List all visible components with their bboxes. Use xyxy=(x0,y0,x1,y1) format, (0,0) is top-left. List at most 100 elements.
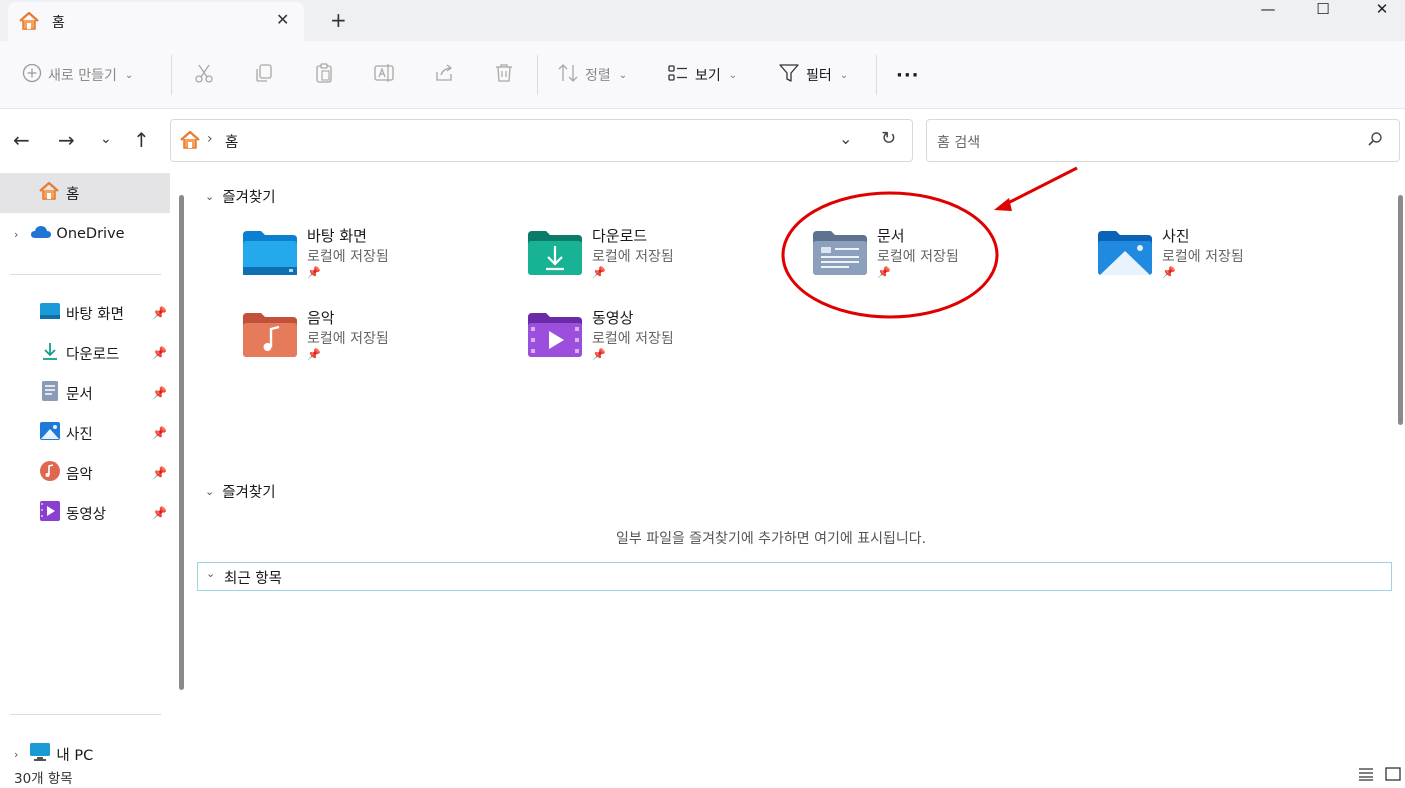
filter-button[interactable]: 필터 ⌄ xyxy=(778,63,848,87)
tab-home[interactable]: 홈 ✕ xyxy=(8,2,304,41)
favorites-section-header-2[interactable]: ⌄ 즐겨찾기 xyxy=(205,481,276,502)
pin-icon[interactable]: 📌 xyxy=(152,466,167,480)
pictures-folder-icon xyxy=(1098,229,1152,275)
copy-button[interactable] xyxy=(253,63,275,87)
search-input[interactable]: 홈 검색 xyxy=(937,132,980,152)
plus-circle-icon xyxy=(22,63,42,87)
breadcrumb-separator: › xyxy=(207,131,213,147)
pictures-icon xyxy=(40,422,60,444)
collapse-chevron-icon[interactable]: ⌄ xyxy=(206,567,215,580)
new-button[interactable]: 새로 만들기 ⌄ xyxy=(22,63,133,87)
sidebar-item-label: 사진 xyxy=(66,426,93,443)
tile-name: 바탕 화면 xyxy=(307,227,367,245)
sidebar-item-documents[interactable]: 문서 📌 xyxy=(0,373,170,413)
tile-pictures[interactable]: 사진 로컬에 저장됨 📌 xyxy=(1098,225,1378,289)
annotation-arrow xyxy=(999,166,1078,209)
tile-videos[interactable]: 동영상 로컬에 저장됨 📌 xyxy=(528,307,808,371)
tile-name: 동영상 xyxy=(592,309,634,327)
pin-icon[interactable]: 📌 xyxy=(152,506,167,520)
trash-icon xyxy=(493,62,515,88)
copy-icon xyxy=(253,62,275,88)
tile-name: 사진 xyxy=(1162,227,1190,245)
status-bar: 30개 항목 xyxy=(0,763,1405,788)
forward-arrow-icon[interactable]: → xyxy=(58,128,75,152)
recent-section-header[interactable]: ⌄ 최근 항목 xyxy=(197,562,1392,591)
computer-icon xyxy=(30,743,51,765)
navigation-pane: 홈 › OneDrive 바탕 화면 📌 다운로드 📌 문서 📌 사진 📌 음악… xyxy=(0,173,175,765)
delete-button[interactable] xyxy=(493,63,515,87)
refresh-icon[interactable]: ↻ xyxy=(881,128,896,149)
search-box[interactable]: 홈 검색 xyxy=(926,119,1400,162)
address-dropdown-chevron-icon[interactable]: ⌄ xyxy=(839,129,852,148)
sidebar-item-label: 홈 xyxy=(66,186,80,203)
item-count: 30개 항목 xyxy=(14,771,73,787)
tile-name: 다운로드 xyxy=(592,227,648,245)
clipboard-icon xyxy=(313,62,335,88)
sidebar-scrollbar[interactable] xyxy=(179,195,184,690)
sidebar-item-label: OneDrive xyxy=(56,226,125,242)
details-view-icon[interactable] xyxy=(1358,767,1374,785)
search-icon[interactable] xyxy=(1367,131,1383,151)
sidebar-item-label: 동영상 xyxy=(66,506,107,523)
breadcrumb-home[interactable]: 홈 xyxy=(225,131,238,152)
content-scrollbar[interactable] xyxy=(1398,195,1403,425)
sort-label: 정렬 xyxy=(585,68,611,84)
tab-close-button[interactable]: ✕ xyxy=(276,10,289,29)
share-button[interactable] xyxy=(433,63,455,87)
paste-button[interactable] xyxy=(313,63,335,87)
section-title: 즐겨찾기 xyxy=(222,190,276,206)
annotation-ellipse xyxy=(781,191,999,319)
address-bar[interactable]: › 홈 ⌄ ↻ xyxy=(170,119,913,162)
view-button[interactable]: 보기 ⌄ xyxy=(667,63,737,87)
command-bar: 새로 만들기 ⌄ 정렬 ⌄ 보기 ⌄ 필터 ⌄ ··· xyxy=(0,41,1405,109)
pin-icon[interactable]: 📌 xyxy=(152,346,167,360)
chevron-down-icon: ⌄ xyxy=(618,69,628,81)
divider xyxy=(537,55,538,95)
new-tab-button[interactable]: + xyxy=(330,8,347,32)
collapse-chevron-icon[interactable]: ⌄ xyxy=(205,190,214,203)
sidebar-item-onedrive[interactable]: › OneDrive xyxy=(0,214,170,254)
videos-folder-icon xyxy=(528,311,582,357)
up-arrow-icon[interactable]: ↑ xyxy=(133,128,150,152)
minimize-button[interactable]: — xyxy=(1245,0,1291,22)
divider xyxy=(10,274,161,275)
cloud-icon xyxy=(30,225,52,243)
pin-icon: 📌 xyxy=(1162,266,1176,279)
scissors-icon xyxy=(193,62,215,88)
tile-desktop[interactable]: 바탕 화면 로컬에 저장됨 📌 xyxy=(243,225,523,289)
pin-icon[interactable]: 📌 xyxy=(152,306,167,320)
recent-locations-chevron-icon[interactable]: ⌄ xyxy=(100,131,112,147)
collapse-chevron-icon[interactable]: ⌄ xyxy=(205,485,214,498)
close-window-button[interactable]: ✕ xyxy=(1359,0,1405,22)
tile-music[interactable]: 음악 로컬에 저장됨 📌 xyxy=(243,307,523,371)
annotation-arrowhead xyxy=(994,198,1012,211)
rename-button[interactable] xyxy=(373,63,395,87)
cut-button[interactable] xyxy=(193,63,215,87)
large-icons-view-icon[interactable] xyxy=(1385,767,1401,785)
sidebar-item-pictures[interactable]: 사진 📌 xyxy=(0,413,170,453)
sidebar-item-downloads[interactable]: 다운로드 📌 xyxy=(0,333,170,373)
filter-icon xyxy=(778,63,800,87)
more-options-button[interactable]: ··· xyxy=(896,63,920,87)
desktop-icon xyxy=(40,303,60,323)
pin-icon: 📌 xyxy=(592,348,606,361)
music-folder-icon xyxy=(243,311,297,357)
pin-icon[interactable]: 📌 xyxy=(152,426,167,440)
expand-chevron-icon[interactable]: › xyxy=(14,228,18,241)
pin-icon[interactable]: 📌 xyxy=(152,386,167,400)
tile-status: 로컬에 저장됨 xyxy=(307,249,389,265)
maximize-button[interactable]: ☐ xyxy=(1300,0,1346,22)
sidebar-item-label: 문서 xyxy=(66,386,93,403)
sidebar-item-videos[interactable]: 동영상 📌 xyxy=(0,493,170,533)
sidebar-item-desktop[interactable]: 바탕 화면 📌 xyxy=(0,293,170,333)
document-icon xyxy=(42,381,58,405)
sidebar-item-home[interactable]: 홈 xyxy=(0,173,170,213)
sort-button[interactable]: 정렬 ⌄ xyxy=(557,63,627,87)
expand-chevron-icon[interactable]: › xyxy=(14,748,18,761)
tile-status: 로컬에 저장됨 xyxy=(1162,249,1244,265)
home-icon xyxy=(18,11,40,35)
back-arrow-icon[interactable]: ← xyxy=(13,128,30,152)
sidebar-item-music[interactable]: 음악 📌 xyxy=(0,453,170,493)
tile-downloads[interactable]: 다운로드 로컬에 저장됨 📌 xyxy=(528,225,808,289)
favorites-section-header[interactable]: ⌄ 즐겨찾기 xyxy=(205,186,276,207)
